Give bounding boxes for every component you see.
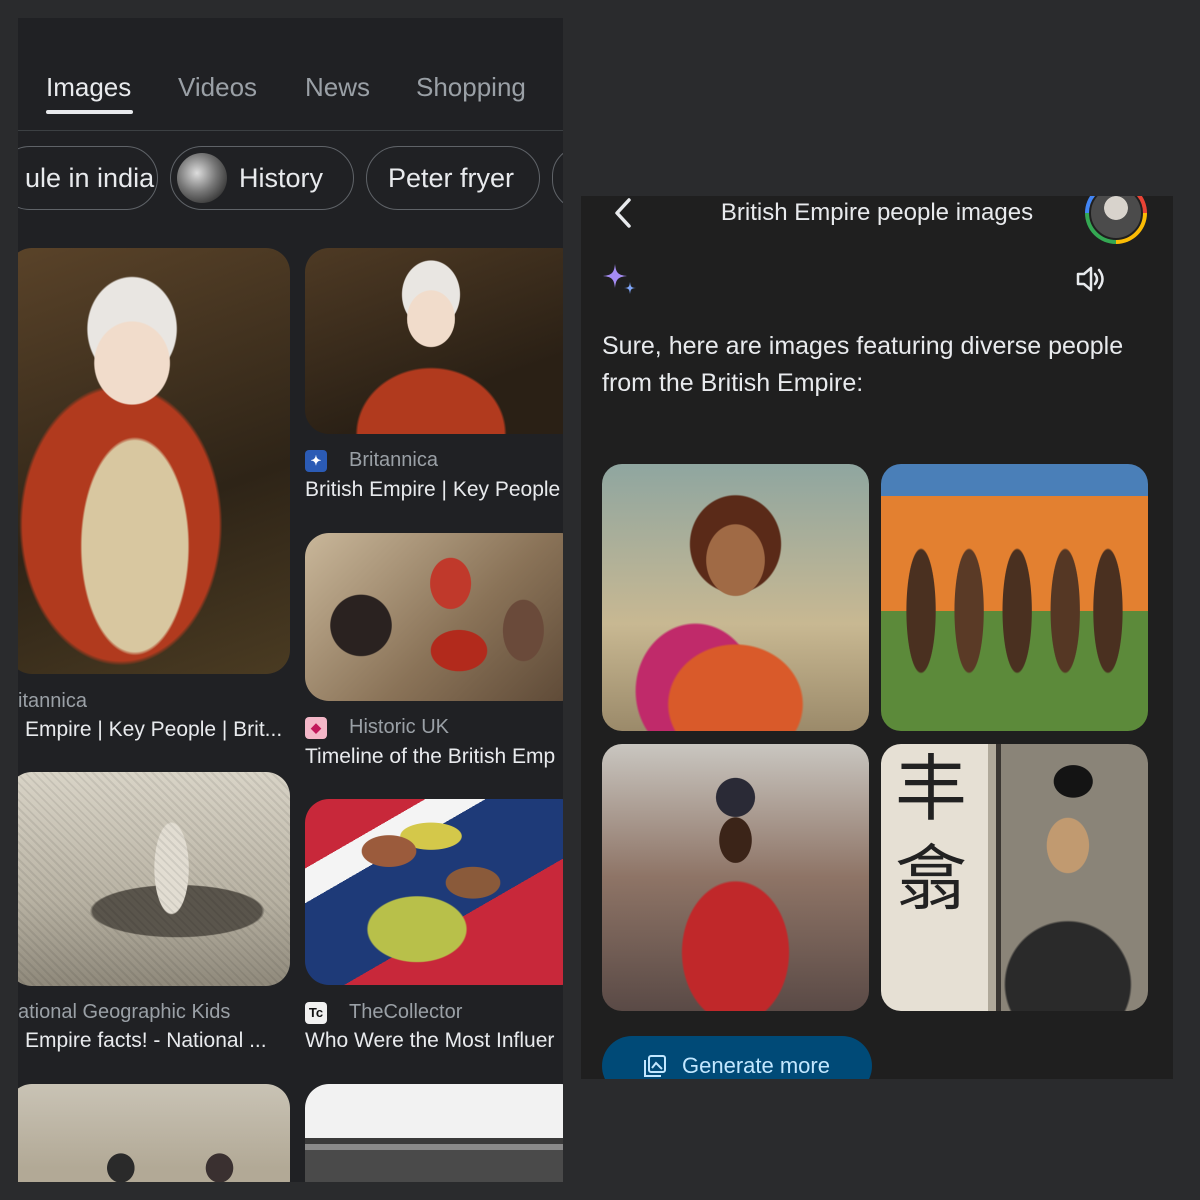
result-source: ✦ Britannica: [305, 449, 438, 472]
result-source: Tc TheCollector: [305, 1001, 462, 1024]
assistant-response-text: Sure, here are images featuring diverse …: [602, 332, 1124, 397]
tab-images[interactable]: Images: [46, 72, 131, 103]
search-tabs: Images Videos News Shopping: [18, 18, 563, 131]
generated-image-aboriginal-men[interactable]: [881, 464, 1148, 731]
tab-videos[interactable]: Videos: [178, 72, 257, 103]
result-title[interactable]: Timeline of the British Emp: [305, 745, 563, 769]
avatar-photo: [1089, 196, 1143, 240]
image-search-panel: Images Videos News Shopping ule in india…: [18, 18, 563, 1182]
user-avatar[interactable]: [1085, 196, 1147, 244]
result-source: ◆ Historic UK: [305, 716, 449, 739]
image-stack-icon: [644, 1055, 666, 1077]
thecollector-favicon-icon: Tc: [305, 1001, 327, 1024]
chip-label: Peter fryer: [388, 162, 515, 193]
result-source: ational Geographic Kids: [18, 1001, 230, 1024]
chip-more[interactable]: [552, 146, 563, 210]
speaker-icon[interactable]: [1075, 264, 1107, 294]
generate-more-label: Generate more: [682, 1053, 830, 1078]
result-title[interactable]: Empire | Key People | Brit...: [25, 718, 295, 742]
result-title[interactable]: Who Were the Most Influer: [305, 1029, 563, 1053]
britannica-favicon-icon: ✦: [305, 449, 327, 472]
assistant-panel: British Empire people images Sure, here …: [581, 196, 1173, 1079]
result-image-timeline-painting[interactable]: [305, 533, 563, 701]
generated-image-chinese-scholar[interactable]: 丰翕: [881, 744, 1148, 1011]
result-image-robert-clive[interactable]: [18, 248, 290, 674]
chip-label: ule in india: [25, 162, 155, 193]
result-title[interactable]: British Empire | Key People: [305, 478, 563, 502]
result-image-soldiers-bottom[interactable]: [18, 1084, 290, 1182]
result-source-name: ational Geographic Kids: [18, 1001, 231, 1023]
result-image-engraving[interactable]: [18, 772, 290, 986]
result-source: itannica: [18, 690, 87, 713]
calligraphy-scroll: 丰翕: [895, 747, 968, 921]
tab-news[interactable]: News: [305, 72, 370, 103]
sparkle-icon: [603, 264, 636, 294]
result-source-name: itannica: [18, 690, 87, 712]
chip-rule-in-india[interactable]: ule in india: [18, 146, 158, 210]
tab-shopping[interactable]: Shopping: [416, 72, 526, 103]
result-title[interactable]: Empire facts! - National ...: [25, 1029, 295, 1053]
chip-thumbnail: [177, 153, 227, 203]
chip-history[interactable]: History: [170, 146, 354, 210]
generate-more-button[interactable]: Generate more: [602, 1036, 872, 1079]
chip-peter-fryer[interactable]: Peter fryer: [366, 146, 540, 210]
result-source-name: TheCollector: [349, 1001, 463, 1023]
result-source-name: Historic UK: [349, 716, 450, 738]
generated-image-uniformed-man[interactable]: [602, 744, 869, 1011]
historic-uk-favicon-icon: ◆: [305, 716, 327, 739]
result-source-name: Britannica: [349, 449, 438, 471]
generated-image-indian-woman[interactable]: [602, 464, 869, 731]
result-image-robert-clive-2[interactable]: [305, 248, 563, 434]
result-image-crowd-photo[interactable]: [305, 1084, 563, 1182]
chip-label: History: [239, 162, 324, 193]
active-tab-indicator: [46, 110, 133, 114]
result-image-colonial-soldiers-poster[interactable]: [305, 799, 563, 985]
